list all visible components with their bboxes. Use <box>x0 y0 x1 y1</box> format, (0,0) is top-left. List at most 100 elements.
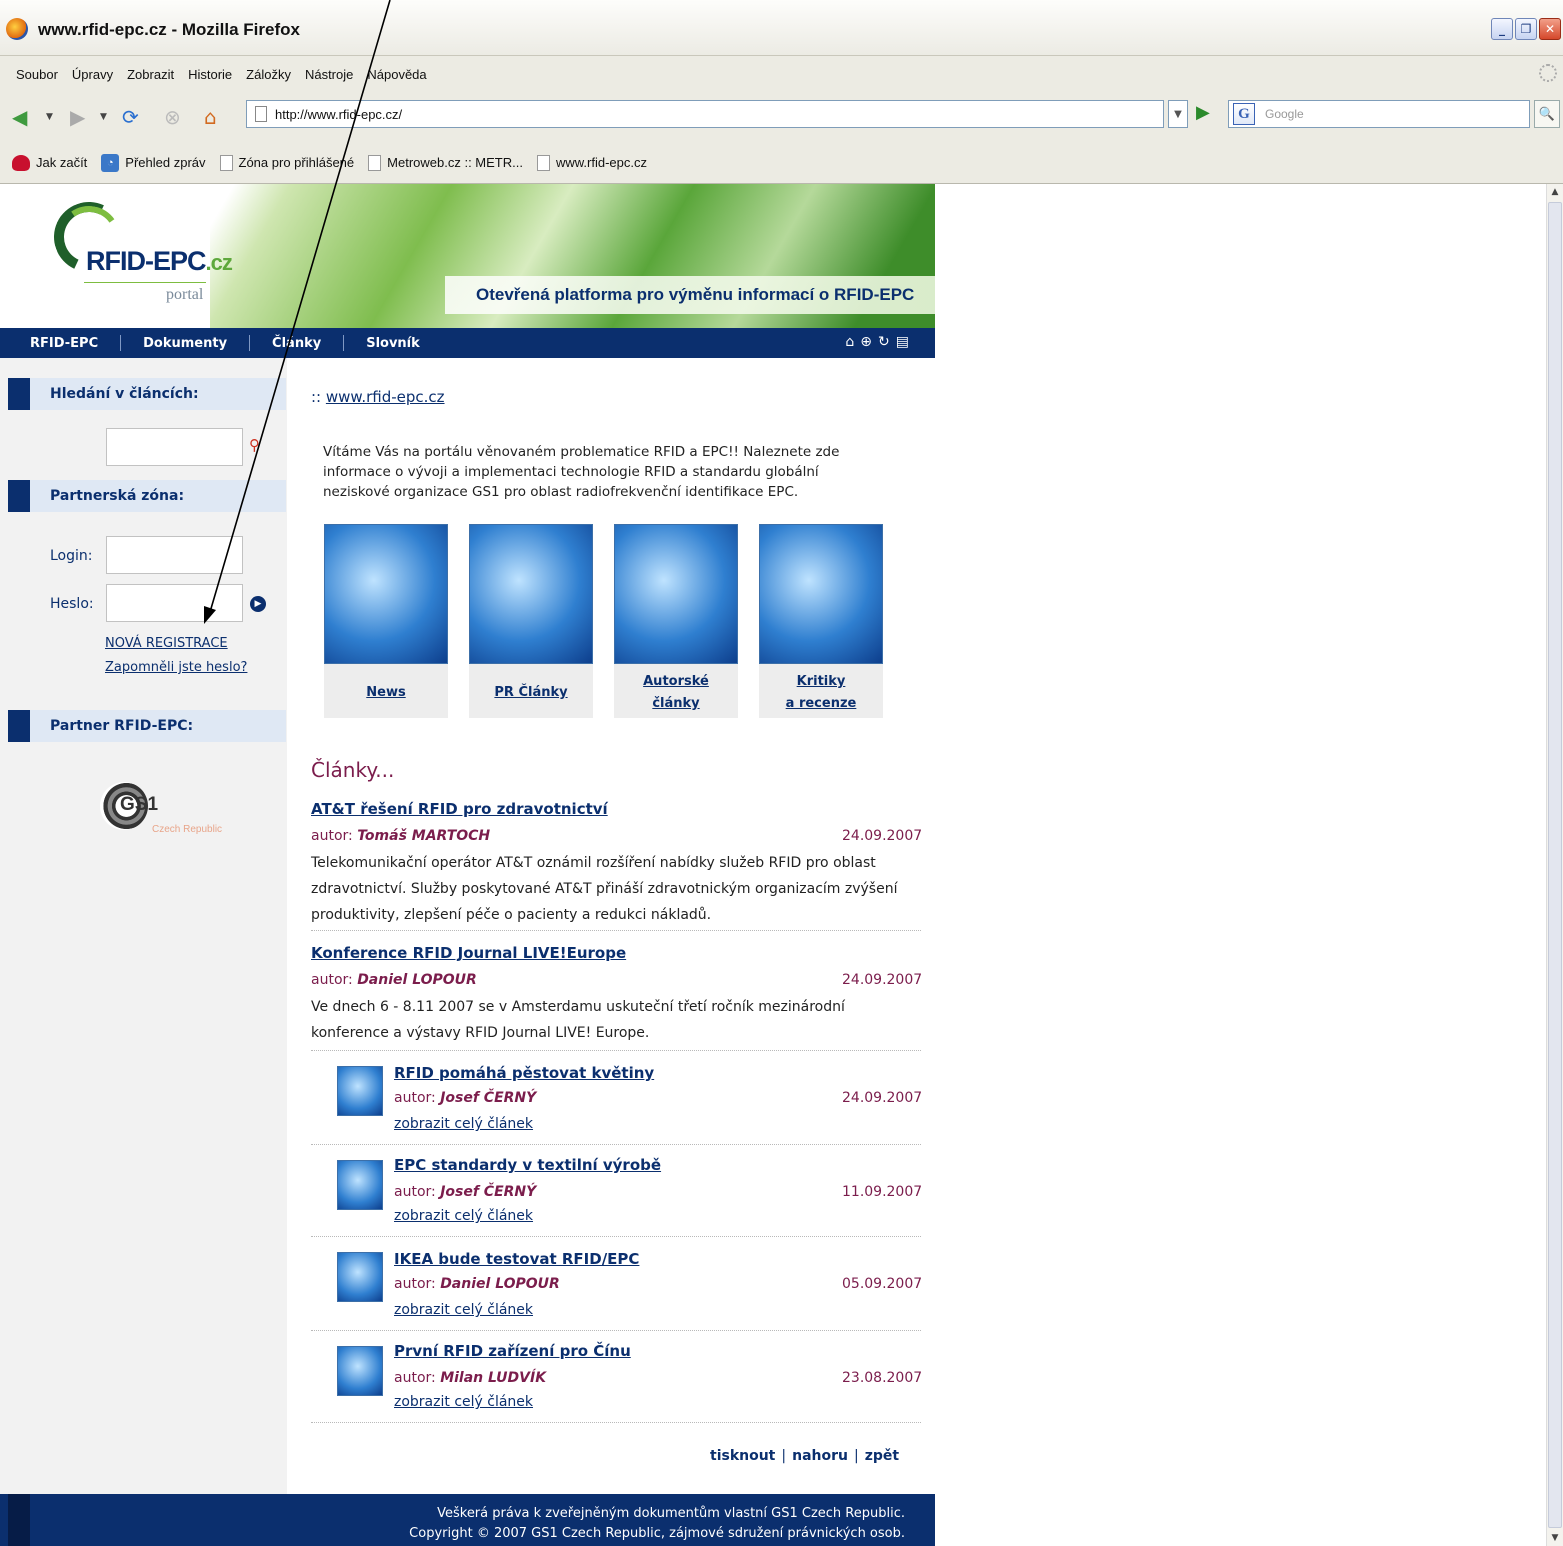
password-input[interactable] <box>106 584 243 622</box>
partner-zone-heading: Partnerská zóna: <box>8 480 286 512</box>
home-icon[interactable]: ⌂ <box>204 103 217 131</box>
tile-autorske-clanky[interactable]: Autorské články <box>614 524 738 718</box>
article-thumbnail[interactable] <box>337 1160 383 1210</box>
read-more-link[interactable]: zobrazit celý článek <box>394 1302 533 1318</box>
footer-rights: Veškerá práva k zveřejněným dokumentům v… <box>437 1506 905 1521</box>
tile-image <box>614 524 738 664</box>
site-slogan: Otevřená platforma pro výměnu informací … <box>476 285 915 304</box>
page-icon <box>219 154 233 171</box>
read-more-link[interactable]: zobrazit celý článek <box>394 1116 533 1132</box>
menu-view[interactable]: Zobrazit <box>127 67 174 82</box>
bookmark-getting-started[interactable]: Jak začít <box>12 154 87 171</box>
article-search-input[interactable] <box>106 428 243 466</box>
article-description: Ve dnech 6 - 8.11 2007 se v Amsterdamu u… <box>311 999 845 1041</box>
breadcrumb-link[interactable]: www.rfid-epc.cz <box>326 388 445 406</box>
article-author: autor: Milan LUDVÍK <box>394 1370 547 1386</box>
reload-icon[interactable]: ⟳ <box>122 103 139 131</box>
menu-history[interactable]: Historie <box>188 67 232 82</box>
article-title[interactable]: AT&T řešení RFID pro zdravotnictví <box>311 800 608 818</box>
forward-dropdown-icon[interactable]: ▼ <box>100 103 107 131</box>
tile-news[interactable]: News <box>324 524 448 718</box>
google-icon[interactable]: G <box>1233 103 1255 125</box>
tile-image <box>469 524 593 664</box>
menu-tools[interactable]: Nástroje <box>305 67 353 82</box>
scroll-thumb[interactable] <box>1548 202 1562 1528</box>
site-footer: Veškerá práva k zveřejněným dokumentům v… <box>8 1494 935 1546</box>
site-header: RFID-EPC.cz portal Otevřená platforma pr… <box>0 184 935 328</box>
nav-clanky[interactable]: Články <box>250 336 343 351</box>
forgot-password-link[interactable]: Zapomněli jste heslo? <box>105 660 247 675</box>
url-text: http://www.rfid-epc.cz/ <box>275 106 403 122</box>
nav-edge <box>0 328 8 358</box>
search-placeholder: Google <box>1265 107 1304 121</box>
refresh-icon[interactable]: ↻ <box>878 334 890 350</box>
restore-button[interactable]: ❐ <box>1515 18 1537 40</box>
article-date: 24.09.2007 <box>842 1090 923 1106</box>
short-article-title[interactable]: RFID pomáhá pěstovat květiny <box>394 1064 654 1082</box>
read-more-link[interactable]: zobrazit celý článek <box>394 1208 533 1224</box>
scroll-down-icon[interactable]: ▼ <box>1547 1530 1563 1546</box>
menu-edit[interactable]: Úpravy <box>72 67 113 82</box>
tile-pr-clanky[interactable]: PR Články <box>469 524 593 718</box>
bookmark-news[interactable]: ◔ Přehled zpráv <box>101 153 206 172</box>
search-heading: Hledání v článcích: <box>8 378 286 410</box>
search-box[interactable]: G Google <box>1228 100 1530 128</box>
short-article-title[interactable]: IKEA bude testovat RFID/EPC <box>394 1250 639 1268</box>
article-thumbnail[interactable] <box>337 1252 383 1302</box>
scroll-up-icon[interactable]: ▲ <box>1547 184 1563 200</box>
minimize-button[interactable]: _ <box>1491 18 1513 40</box>
article-thumbnail[interactable] <box>337 1066 383 1116</box>
short-article-title[interactable]: První RFID zařízení pro Čínu <box>394 1342 631 1360</box>
vertical-scrollbar[interactable]: ▲ ▼ <box>1546 184 1563 1546</box>
nav-rfid-epc[interactable]: RFID-EPC <box>8 336 120 351</box>
sidebar: Hledání v článcích: ⚲ Partnerská zóna: L… <box>0 358 287 1494</box>
go-icon[interactable]: ▶ <box>1196 102 1210 123</box>
register-link[interactable]: NOVÁ REGISTRACE <box>105 636 228 651</box>
forward-icon[interactable]: ▶ <box>70 103 85 131</box>
bookmark-rfid-epc[interactable]: www.rfid-epc.cz <box>536 154 647 171</box>
article-title[interactable]: Konference RFID Journal LIVE!Europe <box>311 944 626 962</box>
top-link[interactable]: nahoru <box>792 1448 848 1464</box>
nav-dokumenty[interactable]: Dokumenty <box>121 336 249 351</box>
throbber-icon <box>1539 64 1557 82</box>
footer-copyright: Copyright © 2007 GS1 Czech Republic, záj… <box>409 1526 905 1541</box>
nav-slovnik[interactable]: Slovník <box>344 336 442 351</box>
print-link[interactable]: tisknout <box>710 1448 775 1464</box>
bookmark-metroweb[interactable]: Metroweb.cz :: METR... <box>368 154 523 171</box>
tile-kritiky[interactable]: Kritiky a recenze <box>759 524 883 718</box>
page-icon <box>368 154 382 171</box>
search-icon[interactable]: ⚲ <box>249 436 260 454</box>
site-nav: RFID-EPC Dokumenty Články Slovník ⌂ ⊕ ↻ … <box>8 328 935 358</box>
read-more-link[interactable]: zobrazit celý článek <box>394 1394 533 1410</box>
article-thumbnail[interactable] <box>337 1346 383 1396</box>
article-date: 05.09.2007 <box>842 1276 923 1292</box>
menu-file[interactable]: Soubor <box>16 67 58 82</box>
page-icon <box>536 154 550 171</box>
menu-help[interactable]: Nápověda <box>367 67 426 82</box>
article-date: 11.09.2007 <box>842 1184 923 1200</box>
menu-bookmarks[interactable]: Záložky <box>246 67 291 82</box>
url-dropdown-icon[interactable]: ▼ <box>1168 100 1188 128</box>
short-article-title[interactable]: EPC standardy v textilní výrobě <box>394 1156 661 1174</box>
back-icon[interactable]: ◀ <box>12 103 27 131</box>
page-icon <box>255 106 267 122</box>
article-description: Telekomunikační operátor AT&T oznámil ro… <box>311 855 898 923</box>
login-input[interactable] <box>106 536 243 574</box>
login-submit-icon[interactable]: ▶ <box>250 596 266 612</box>
gs1-logo-text: GS1 <box>120 794 159 815</box>
back-dropdown-icon[interactable]: ▼ <box>46 103 53 131</box>
footer-edge <box>0 1494 8 1546</box>
article-date: 24.09.2007 <box>842 972 923 988</box>
window-titlebar: www.rfid-epc.cz - Mozilla Firefox _ ❐ ✕ <box>0 0 1563 56</box>
sitemap-icon[interactable]: ▤ <box>896 334 909 350</box>
stop-icon[interactable]: ⊗ <box>164 103 181 131</box>
url-bar[interactable]: http://www.rfid-epc.cz/ <box>246 100 1164 128</box>
page-viewport: RFID-EPC.cz portal Otevřená platforma pr… <box>0 184 1546 1546</box>
search-icon[interactable]: 🔍 <box>1534 100 1560 128</box>
back-link[interactable]: zpět <box>865 1448 899 1464</box>
close-button[interactable]: ✕ <box>1539 18 1561 40</box>
site-logo[interactable]: RFID-EPC.cz <box>86 246 233 277</box>
globe-icon[interactable]: ⊕ <box>860 334 872 350</box>
bookmark-zone[interactable]: Zóna pro přihlášené <box>219 154 354 171</box>
home-icon[interactable]: ⌂ <box>845 334 854 350</box>
